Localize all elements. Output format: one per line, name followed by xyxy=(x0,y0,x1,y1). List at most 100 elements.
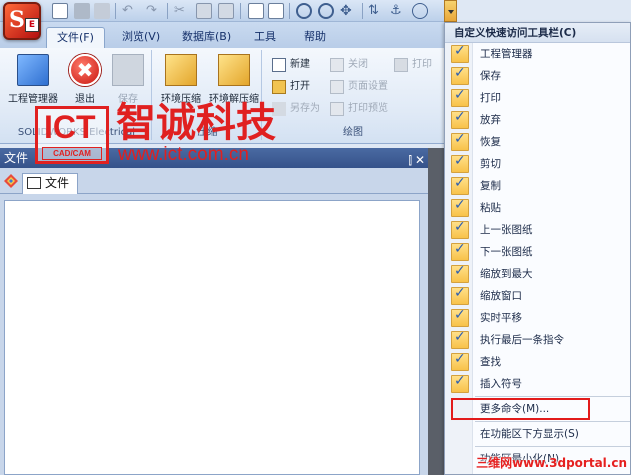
page-setup-button[interactable]: 页面设置 xyxy=(328,78,388,96)
menu-item-label: 查找 xyxy=(480,356,501,368)
print-label: 打印 xyxy=(412,59,432,70)
menu-item-checked[interactable]: 查找 xyxy=(445,351,630,373)
group-label-drawing: 绘图 xyxy=(343,127,363,138)
exit-button[interactable]: ✖ 退出 xyxy=(64,54,106,105)
next-sheet-icon[interactable] xyxy=(268,3,284,19)
new-icon[interactable] xyxy=(52,3,68,19)
menu-item-checked[interactable]: 上一张图纸 xyxy=(445,219,630,241)
save-as-button[interactable]: 另存为 xyxy=(270,100,320,118)
checkmark-icon xyxy=(451,131,469,151)
checkmark-icon xyxy=(451,263,469,283)
separator xyxy=(289,3,290,19)
menu-item-label: 剪切 xyxy=(480,158,501,170)
checkmark-icon xyxy=(451,87,469,107)
save-icon[interactable] xyxy=(74,3,90,19)
menu-item-label: 上一张图纸 xyxy=(480,224,533,236)
layers-icon[interactable] xyxy=(4,174,18,188)
exit-label: 退出 xyxy=(75,94,95,105)
page-setup-label: 页面设置 xyxy=(348,81,388,92)
cut-icon[interactable]: ✂ xyxy=(174,3,190,19)
separator xyxy=(167,3,168,19)
checkmark-icon xyxy=(451,329,469,349)
tab-files[interactable]: 文件 xyxy=(22,173,79,194)
open-button[interactable]: 打开 xyxy=(270,78,310,96)
project-manager-icon xyxy=(17,54,49,86)
group-drawing: 新建 打开 另存为 关闭 页面设置 打印预览 打印 绘图 xyxy=(264,50,442,140)
document-icon xyxy=(27,177,41,189)
more-commands-item[interactable]: 更多命令(M)... xyxy=(451,398,590,420)
panel-tab-strip: 文件 xyxy=(0,168,428,194)
app-logo-icon: S xyxy=(9,7,25,33)
find-icon[interactable]: ⚓ xyxy=(390,3,406,19)
save-disk-icon xyxy=(112,54,144,86)
menu-item-checked[interactable]: 插入符号 xyxy=(445,373,630,395)
compress-icon xyxy=(165,54,197,86)
paste-icon[interactable] xyxy=(218,3,234,19)
menu-item-label: 缩放到最大 xyxy=(480,268,533,280)
decompress-icon xyxy=(218,54,250,86)
menu-separator xyxy=(475,421,630,422)
menu-title: 自定义快速访问工具栏(C) xyxy=(445,23,630,43)
tab-file[interactable]: 文件(F) xyxy=(46,27,105,48)
menu-item-checked[interactable]: 缩放到最大 xyxy=(445,263,630,285)
menu-item-label: 工程管理器 xyxy=(480,48,533,60)
tab-database[interactable]: 数据库(B) xyxy=(172,27,241,48)
menu-item-checked[interactable]: 剪切 xyxy=(445,153,630,175)
copy-icon[interactable] xyxy=(196,3,212,19)
menu-item-label: 复制 xyxy=(480,180,501,192)
show-below-ribbon-item[interactable]: 在功能区下方显示(S) xyxy=(445,423,630,445)
menu-item-checked[interactable]: 放弃 xyxy=(445,109,630,131)
checkmark-icon xyxy=(451,65,469,85)
new-button[interactable]: 新建 xyxy=(270,56,310,74)
checkmark-icon xyxy=(451,241,469,261)
menu-item-checked[interactable]: 实时平移 xyxy=(445,307,630,329)
file-tree-area[interactable] xyxy=(4,200,420,475)
redo-icon[interactable]: ↷ xyxy=(146,3,162,19)
exit-icon: ✖ xyxy=(69,54,101,86)
page-setup-icon xyxy=(330,80,344,94)
separator xyxy=(240,3,241,19)
menu-item-checked[interactable]: 工程管理器 xyxy=(445,43,630,65)
checkmark-icon xyxy=(451,373,469,393)
menu-item-label: 恢复 xyxy=(480,136,501,148)
application-button[interactable]: S E xyxy=(3,2,41,40)
menu-item-checked[interactable]: 保存 xyxy=(445,65,630,87)
customize-toolbar-dropdown[interactable] xyxy=(444,0,457,22)
print-preview-icon xyxy=(330,102,344,116)
repeat-command-icon[interactable]: ⇅ xyxy=(368,3,384,19)
menu-separator xyxy=(475,446,630,447)
menu-item-checked[interactable]: 恢复 xyxy=(445,131,630,153)
print-preview-button[interactable]: 打印预览 xyxy=(328,100,388,118)
zoom-extents-icon[interactable] xyxy=(296,3,312,19)
tab-help[interactable]: 帮助 xyxy=(294,27,336,48)
tab-tools[interactable]: 工具 xyxy=(244,27,286,48)
tab-browse[interactable]: 浏览(V) xyxy=(112,27,170,48)
separator xyxy=(362,3,363,19)
checkmark-icon xyxy=(451,153,469,173)
close-icon[interactable]: ✕ xyxy=(415,150,425,170)
project-manager-label: 工程管理器 xyxy=(8,94,58,105)
menu-item-checked[interactable]: 粘贴 xyxy=(445,197,630,219)
project-manager-button[interactable]: 工程管理器 xyxy=(6,54,60,105)
checkmark-icon xyxy=(451,43,469,63)
menu-item-checked[interactable]: 下一张图纸 xyxy=(445,241,630,263)
menu-item-checked[interactable]: 打印 xyxy=(445,87,630,109)
close-doc-icon xyxy=(330,58,344,72)
print-button[interactable]: 打印 xyxy=(392,56,432,74)
menu-item-label: 粘贴 xyxy=(480,202,501,214)
menu-item-checked[interactable]: 缩放窗口 xyxy=(445,285,630,307)
quick-access-toolbar: ↶ ↷ ✂ ✥ ⇅ ⚓ xyxy=(0,0,444,22)
open-folder-icon xyxy=(272,80,286,94)
print-preview-label: 打印预览 xyxy=(348,103,388,114)
zoom-window-icon[interactable] xyxy=(318,3,334,19)
pan-icon[interactable]: ✥ xyxy=(340,3,356,19)
menu-item-checked[interactable]: 执行最后一条指令 xyxy=(445,329,630,351)
menu-item-checked[interactable]: 复制 xyxy=(445,175,630,197)
undo-icon[interactable]: ↶ xyxy=(122,3,138,19)
previous-sheet-icon[interactable] xyxy=(248,3,264,19)
close-button[interactable]: 关闭 xyxy=(328,56,368,74)
customize-toolbar-menu: 自定义快速访问工具栏(C) 工程管理器保存打印放弃恢复剪切复制粘贴上一张图纸下一… xyxy=(444,22,631,475)
print-icon[interactable] xyxy=(94,3,110,19)
logo-text: ICT xyxy=(44,109,96,145)
insert-symbol-icon[interactable] xyxy=(412,3,428,19)
